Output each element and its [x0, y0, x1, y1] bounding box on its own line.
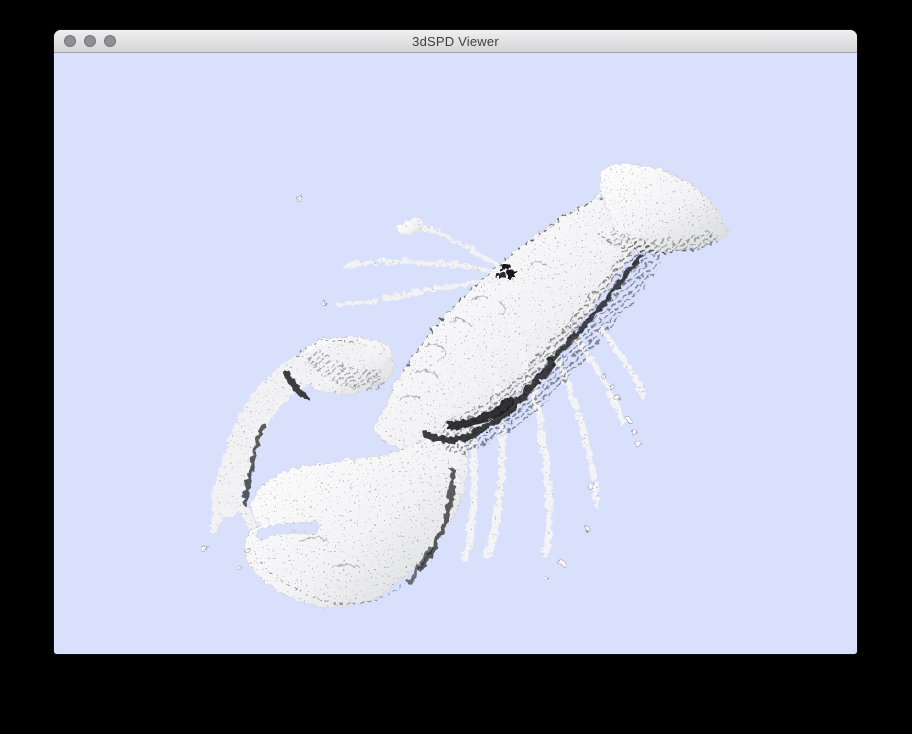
window-title: 3dSPD Viewer	[54, 34, 857, 49]
crusher-claw	[244, 427, 466, 605]
window-controls	[64, 30, 116, 52]
viewer-canvas[interactable]	[54, 53, 857, 654]
minimize-button[interactable]	[84, 35, 96, 47]
viewer-window: 3dSPD Viewer	[54, 30, 857, 654]
titlebar[interactable]: 3dSPD Viewer	[54, 30, 857, 53]
antenna-tip-clump	[395, 215, 426, 235]
close-button[interactable]	[64, 35, 76, 47]
zoom-button[interactable]	[104, 35, 116, 47]
lobster-point-cloud	[202, 162, 727, 605]
desktop-background: 3dSPD Viewer	[0, 0, 912, 734]
voxel-lobster-model	[54, 53, 857, 654]
